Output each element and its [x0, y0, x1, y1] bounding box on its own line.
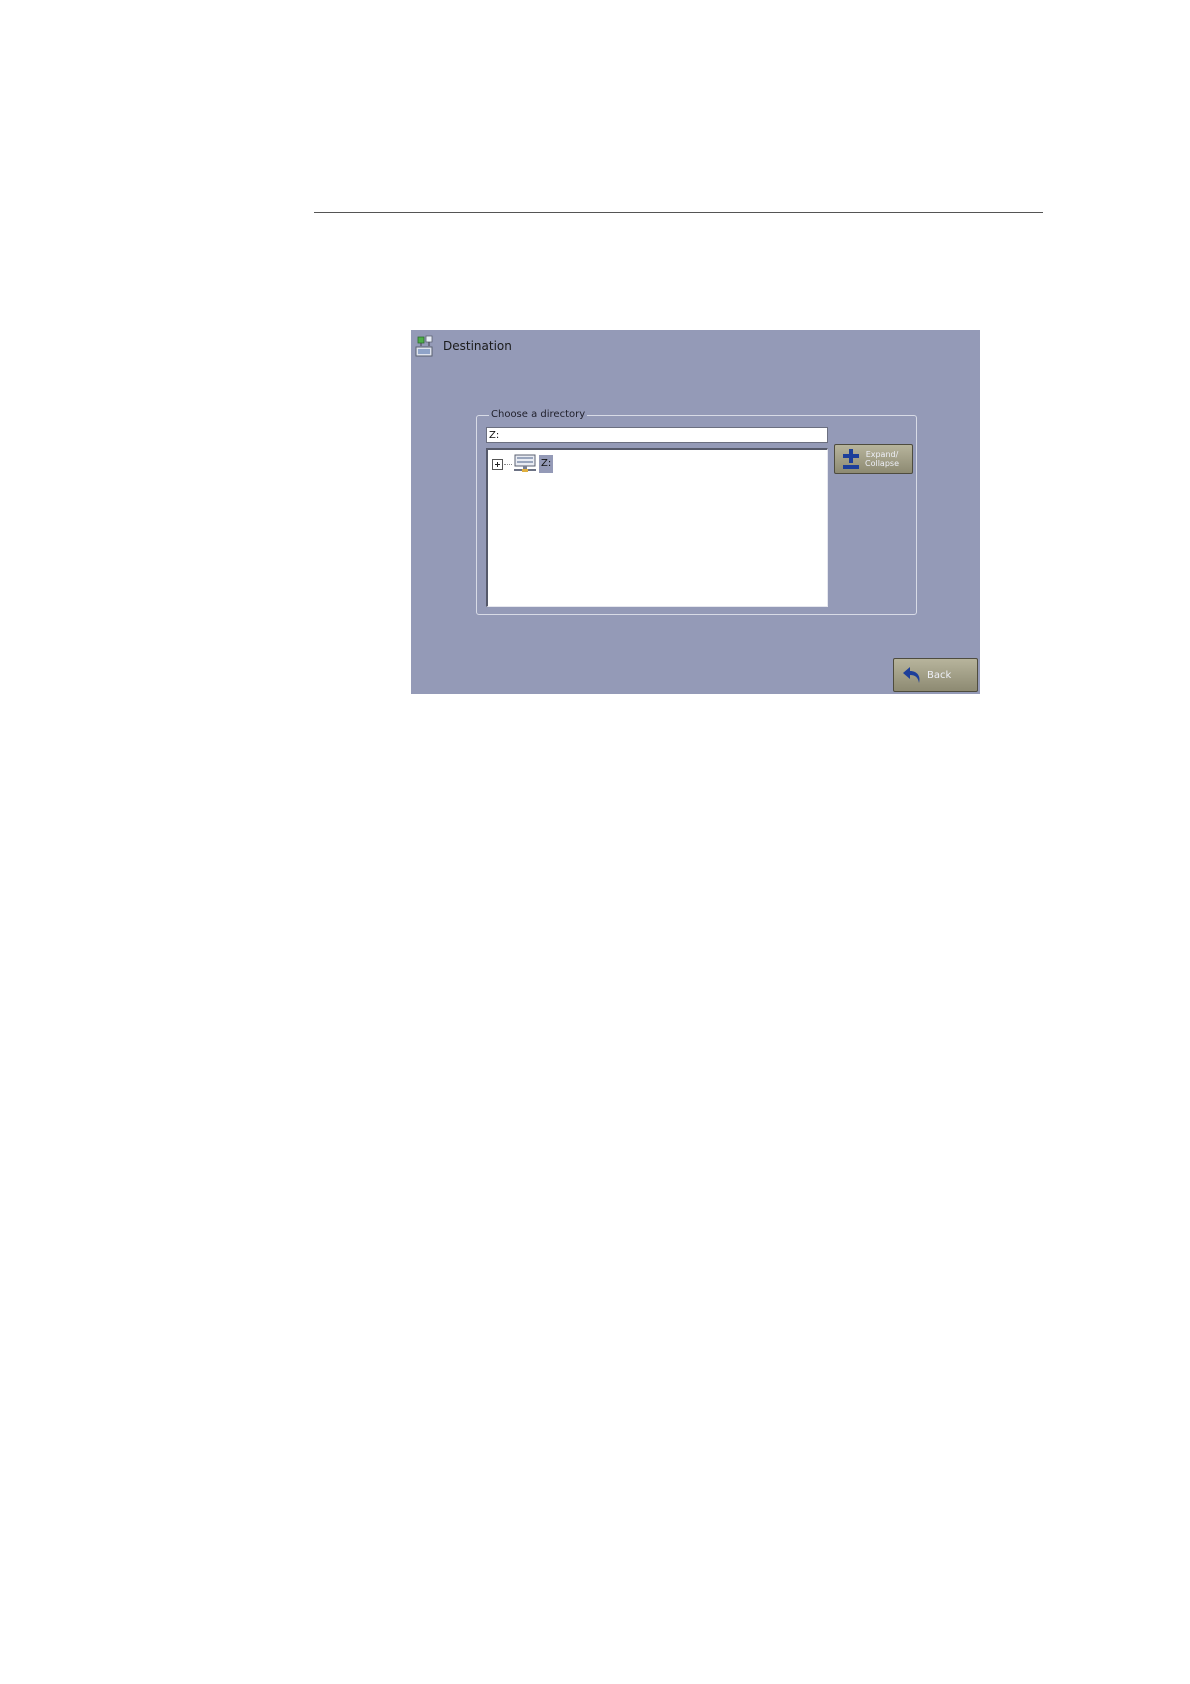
back-arrow-icon [903, 667, 920, 683]
app-icon [415, 335, 433, 357]
expand-plus-icon[interactable] [492, 458, 503, 470]
directory-tree[interactable]: Z: [486, 448, 828, 607]
window-title: Destination [443, 339, 512, 353]
expand-collapse-label: Expand/ Collapse [865, 450, 899, 468]
path-input[interactable] [486, 427, 828, 443]
network-drive-icon [514, 454, 536, 472]
groupbox-legend: Choose a directory [489, 408, 588, 422]
tree-connector [504, 463, 512, 465]
manual-page: Destination Choose a directory Z: Z: Exp… [0, 0, 1190, 1684]
choose-directory-groupbox: Choose a directory Z: Z: Expand/ Collaps… [476, 408, 917, 615]
destination-screen: Destination Choose a directory Z: Z: Exp… [411, 330, 980, 694]
tree-node-label[interactable]: Z: [539, 455, 554, 473]
expand-collapse-icon [843, 449, 859, 469]
back-label: Back [927, 669, 952, 681]
tree-node-z-drive[interactable]: Z: [492, 453, 554, 475]
back-button[interactable]: Back [893, 658, 978, 692]
title-bar: Destination [414, 333, 512, 359]
expand-collapse-button[interactable]: Expand/ Collapse [834, 444, 913, 474]
header-rule [314, 212, 1043, 213]
